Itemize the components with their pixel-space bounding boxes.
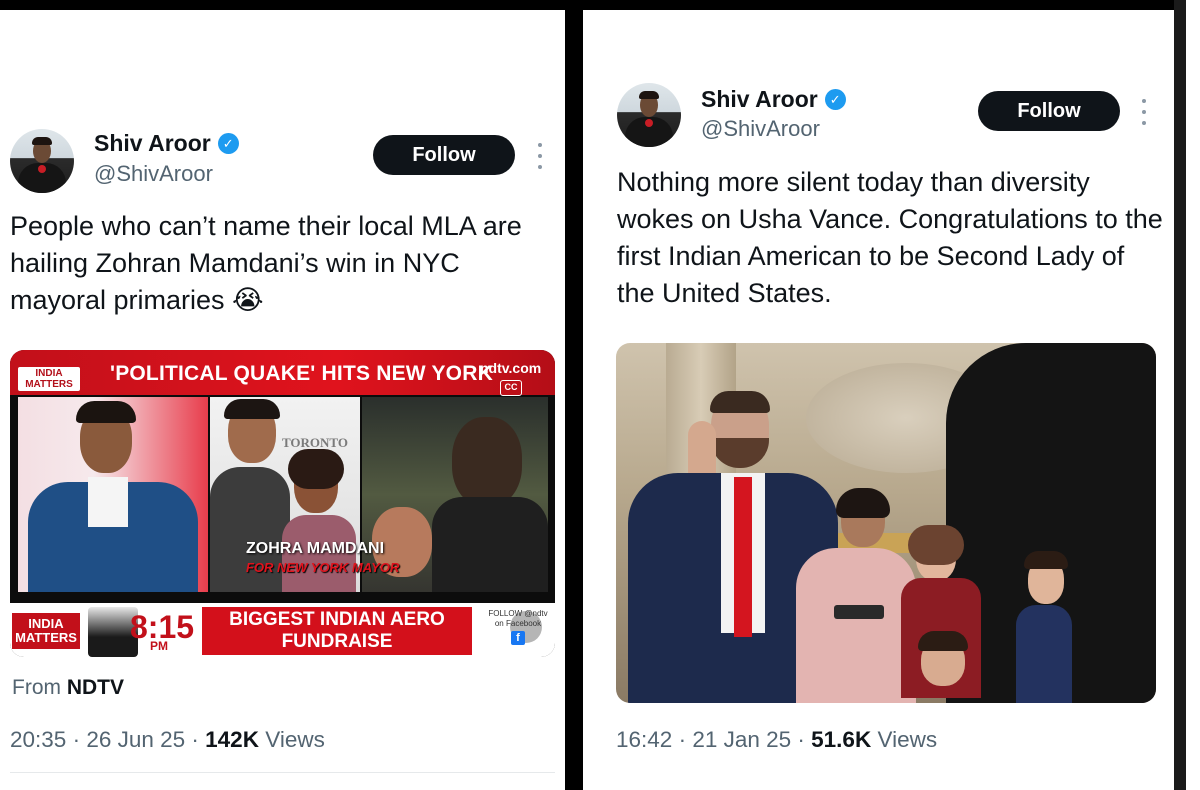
follow-button[interactable]: Follow <box>978 91 1120 131</box>
media-source[interactable]: From NDTV <box>12 676 124 700</box>
caption-name: ZOHRA MAMDANI <box>246 540 385 557</box>
author-name[interactable]: Shiv Aroor ✓ <box>94 130 239 157</box>
views-label: Views <box>877 727 938 752</box>
verified-badge-icon: ✓ <box>217 133 239 154</box>
views-label: Views <box>265 727 325 752</box>
channel-logo-top: INDIA MATTERS <box>18 367 80 391</box>
tweet-meta: 16:42 · 21 Jan 25 · 51.6K Views <box>616 727 938 752</box>
author-name[interactable]: Shiv Aroor ✓ <box>701 86 846 113</box>
tweet-time[interactable]: 16:42 <box>616 727 672 752</box>
tweet-text: Nothing more silent today than diversity… <box>617 167 1163 308</box>
views-count: 142K <box>205 727 259 752</box>
more-options-icon[interactable] <box>1139 99 1149 125</box>
tweet-date[interactable]: 21 Jan 25 <box>692 727 791 752</box>
tweet-time[interactable]: 20:35 <box>10 727 66 752</box>
channel-logo-bottom: INDIA MATTERS <box>12 613 80 649</box>
video-headline-top: 'POLITICAL QUAKE' HITS NEW YORK <box>110 362 493 385</box>
caption-sub: FOR NEW YORK MAYOR <box>246 560 400 575</box>
author-avatar[interactable] <box>617 83 681 147</box>
tweet-meta: 20:35 · 26 Jun 25 · 142K Views <box>10 727 325 752</box>
follow-on-facebook: FOLLOW @ndtv on Facebook f <box>488 609 548 645</box>
closed-captions-icon[interactable]: CC <box>500 380 522 396</box>
follow-button[interactable]: Follow <box>373 135 515 175</box>
author-avatar[interactable] <box>10 129 74 193</box>
broadcast-time-suffix: PM <box>150 639 168 653</box>
tweet-date[interactable]: 26 Jun 25 <box>86 727 185 752</box>
video-headline-bottom: BIGGEST INDIAN AERO FUNDRAISE <box>202 607 472 655</box>
video-frame-anchor <box>18 397 208 592</box>
more-options-icon[interactable] <box>535 143 545 169</box>
facebook-icon: f <box>511 631 525 645</box>
tweet-video[interactable]: INDIA MATTERS 'POLITICAL QUAKE' HITS NEW… <box>10 350 555 657</box>
author-handle[interactable]: @ShivAroor <box>94 161 213 187</box>
verified-badge-icon: ✓ <box>824 89 846 110</box>
author-handle[interactable]: @ShivAroor <box>701 116 820 142</box>
channel-watermark: ndtv.com <box>480 360 542 376</box>
tweet-left: Shiv Aroor ✓ @ShivAroor Follow People wh… <box>0 10 565 790</box>
views-count: 51.6K <box>811 727 872 752</box>
divider <box>10 772 555 773</box>
video-bottom-banner: INDIA MATTERS 8:15 PM BIGGEST INDIAN AER… <box>10 603 555 657</box>
screen-edge <box>1174 0 1200 790</box>
tweet-photo[interactable] <box>616 343 1156 703</box>
tweet-text: People who can’t name their local MLA ar… <box>10 211 522 315</box>
tweet-right: Shiv Aroor ✓ @ShivAroor Follow Nothing m… <box>583 10 1174 790</box>
